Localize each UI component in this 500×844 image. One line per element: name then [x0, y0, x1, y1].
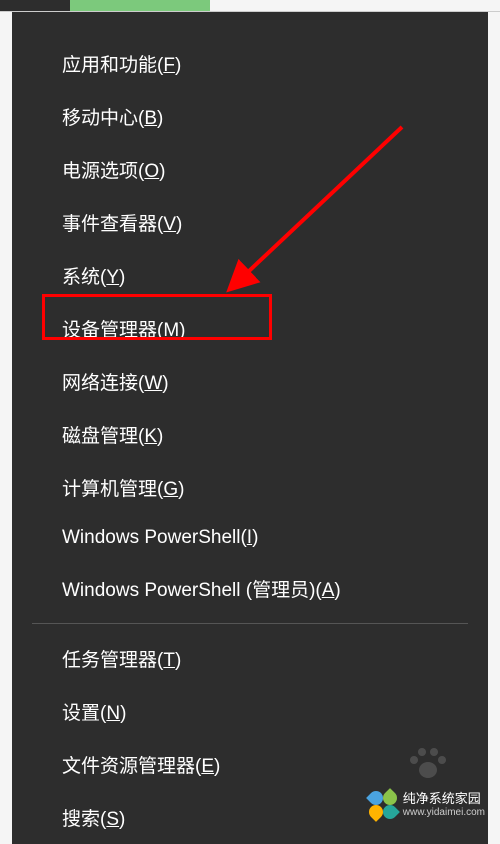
menu-item-disk-management[interactable]: 磁盘管理(K) — [12, 408, 488, 461]
menu-item-label: 移动中心 — [62, 108, 138, 129]
menu-item-apps-features[interactable]: 应用和功能(F) — [12, 37, 488, 90]
menu-item-settings[interactable]: 设置(N) — [12, 685, 488, 738]
hotkey: M — [163, 320, 179, 341]
hotkey: S — [106, 809, 119, 830]
hotkey: W — [144, 373, 162, 394]
window-top-strip — [0, 0, 500, 12]
menu-item-mobility-center[interactable]: 移动中心(B) — [12, 90, 488, 143]
menu-item-label: 系统 — [62, 267, 100, 288]
hotkey: E — [201, 756, 214, 777]
menu-item-label: 磁盘管理 — [62, 426, 138, 447]
hotkey: T — [163, 650, 175, 671]
menu-item-label: 电源选项 — [62, 161, 138, 182]
paw-watermark-icon — [408, 744, 448, 784]
menu-item-network-connections[interactable]: 网络连接(W) — [12, 355, 488, 408]
winx-menu-panel: 应用和功能(F) 移动中心(B) 电源选项(O) 事件查看器(V) 系统(Y) … — [12, 12, 488, 844]
menu-separator — [32, 623, 468, 624]
menu-item-task-manager[interactable]: 任务管理器(T) — [12, 632, 488, 685]
menu-item-powershell-admin[interactable]: Windows PowerShell (管理员)(A) — [12, 562, 488, 615]
menu-item-label: 网络连接 — [62, 373, 138, 394]
hotkey: F — [163, 55, 175, 76]
hotkey: O — [144, 161, 159, 182]
menu-item-label: 任务管理器 — [62, 650, 157, 671]
menu-item-power-options[interactable]: 电源选项(O) — [12, 143, 488, 196]
top-green-accent — [70, 0, 210, 11]
watermark-logo-icon — [369, 791, 397, 819]
menu-item-system[interactable]: 系统(Y) — [12, 249, 488, 302]
menu-item-device-manager[interactable]: 设备管理器(M) — [12, 302, 488, 355]
menu-item-label: 应用和功能 — [62, 55, 157, 76]
hotkey: B — [144, 108, 157, 129]
hotkey: K — [144, 426, 157, 447]
hotkey: V — [163, 214, 176, 235]
menu-item-computer-management[interactable]: 计算机管理(G) — [12, 461, 488, 514]
menu-item-label: 搜索 — [62, 809, 100, 830]
watermark: 纯净系统家园 www.yidaimei.com — [369, 791, 485, 819]
hotkey: N — [106, 703, 120, 724]
menu-item-event-viewer[interactable]: 事件查看器(V) — [12, 196, 488, 249]
watermark-url: www.yidaimei.com — [403, 807, 485, 819]
menu-item-powershell[interactable]: Windows PowerShell(I) — [12, 514, 488, 562]
watermark-text: 纯净系统家园 www.yidaimei.com — [403, 791, 485, 819]
hotkey: Y — [106, 267, 119, 288]
hotkey: A — [322, 580, 335, 601]
menu-item-label: Windows PowerShell (管理员) — [62, 580, 315, 601]
menu-item-label: 事件查看器 — [62, 214, 157, 235]
menu-item-label: 设备管理器 — [62, 320, 157, 341]
menu-item-label: Windows PowerShell — [62, 527, 240, 548]
menu-item-label: 设置 — [62, 703, 100, 724]
menu-item-label: 计算机管理 — [62, 479, 157, 500]
hotkey: G — [163, 479, 178, 500]
watermark-title: 纯净系统家园 — [403, 791, 485, 807]
menu-item-label: 文件资源管理器 — [62, 756, 195, 777]
